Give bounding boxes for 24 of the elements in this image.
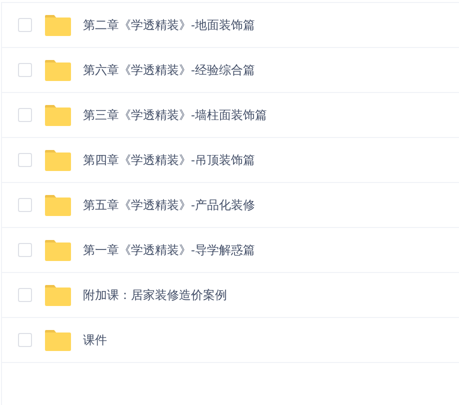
- folder-icon: [45, 330, 71, 350]
- folder-name[interactable]: 第二章《学透精装》-地面装饰篇: [83, 16, 255, 34]
- folder-icon: [45, 284, 71, 306]
- checkbox[interactable]: [18, 153, 32, 167]
- folder-name[interactable]: 第六章《学透精装》-经验综合篇: [83, 61, 255, 79]
- checkbox[interactable]: [18, 288, 32, 302]
- folder-icon: [45, 104, 71, 126]
- folder-name[interactable]: 第五章《学透精装》-产品化装修: [83, 196, 255, 214]
- folder-name[interactable]: 第一章《学透精装》-导学解惑篇: [83, 241, 255, 259]
- checkbox[interactable]: [18, 333, 32, 347]
- folder-icon: [45, 14, 71, 36]
- folder-name[interactable]: 课件: [83, 331, 107, 349]
- folder-name[interactable]: 第三章《学透精装》-墙柱面装饰篇: [83, 106, 267, 124]
- folder-icon: [45, 60, 71, 80]
- checkbox[interactable]: [18, 63, 32, 77]
- folder-name[interactable]: 附加课：居家装修造价案例: [83, 286, 227, 304]
- checkbox[interactable]: [18, 18, 32, 32]
- folder-name[interactable]: 第四章《学透精装》-吊顶装饰篇: [83, 151, 255, 169]
- checkbox[interactable]: [18, 108, 32, 122]
- checkbox[interactable]: [18, 243, 32, 257]
- folder-icon: [45, 194, 71, 216]
- checkbox[interactable]: [18, 198, 32, 212]
- folder-icon: [45, 240, 71, 260]
- folder-icon: [45, 150, 71, 170]
